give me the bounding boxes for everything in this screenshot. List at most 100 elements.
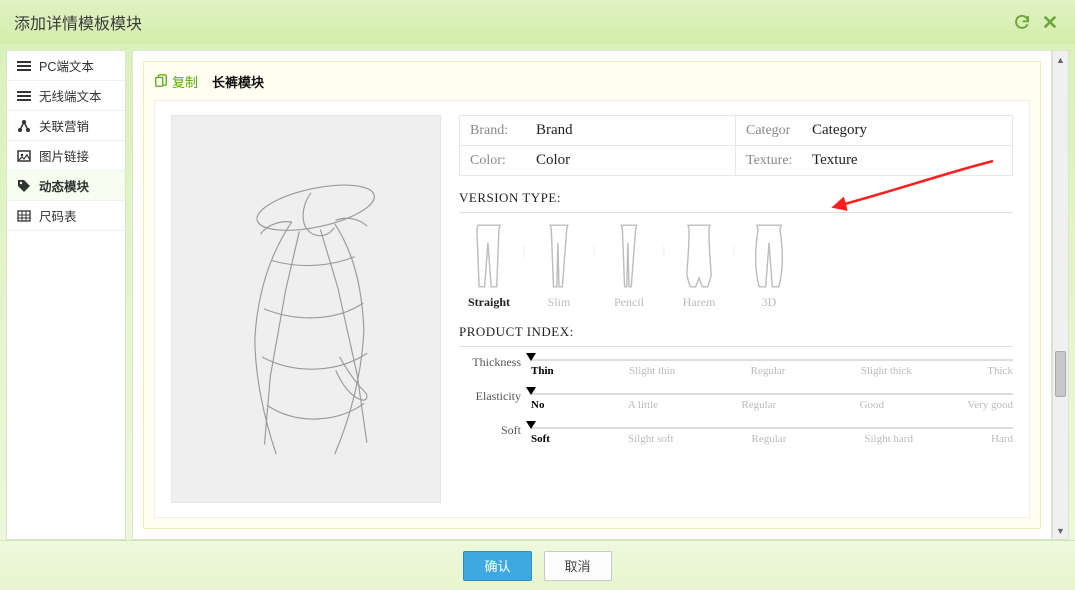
lines-icon xyxy=(17,89,31,103)
sidebar-item-label: 尺码表 xyxy=(39,206,77,225)
copy-button[interactable]: 复制 xyxy=(154,72,198,91)
tag-icon xyxy=(17,179,31,193)
pants-icon xyxy=(467,223,511,289)
index-option: Slight thin xyxy=(629,365,675,377)
attr-category: Categor Category xyxy=(736,116,1012,146)
separator: | xyxy=(729,223,739,258)
index-option: Regular xyxy=(741,399,776,411)
index-option: Thick xyxy=(987,365,1013,377)
sidebar-item-label: 关联营销 xyxy=(39,116,89,135)
attr-key: Categor xyxy=(746,123,802,139)
index-slider[interactable]: Thin Slight thin Regular Slight thick Thick xyxy=(531,355,1013,377)
pants-icon xyxy=(607,223,651,289)
canvas-header: 复制 长裤模块 xyxy=(154,68,1030,94)
attr-key: Texture: xyxy=(746,153,802,169)
index-option: A little xyxy=(628,399,658,411)
separator: | xyxy=(659,223,669,258)
attr-brand: Brand: Brand xyxy=(460,116,736,146)
attr-value: Category xyxy=(812,122,867,139)
dialog-window: 添加详情模板模块 PC端文本 无线端文本 关联营销 图片链 xyxy=(0,0,1075,590)
copy-label: 复制 xyxy=(172,72,198,91)
dialog-body: PC端文本 无线端文本 关联营销 图片链接 动态模块 尺码表 xyxy=(0,44,1075,540)
sidebar-item-related-marketing[interactable]: 关联营销 xyxy=(7,111,125,141)
index-key: Thickness xyxy=(459,355,521,370)
version-title: VERSION TYPE: xyxy=(459,190,1013,213)
preview-right: Brand: Brand Categor Category Color: Col… xyxy=(459,115,1013,503)
lines-icon xyxy=(17,59,31,73)
dialog-title: 添加详情模板模块 xyxy=(14,10,1005,34)
index-key: Soft xyxy=(459,423,521,438)
version-type-harem[interactable]: Harem xyxy=(669,223,729,310)
slider-marker-icon[interactable] xyxy=(526,353,536,361)
sidebar: PC端文本 无线端文本 关联营销 图片链接 动态模块 尺码表 xyxy=(6,50,126,540)
version-type-label: 3D xyxy=(739,295,799,310)
separator: | xyxy=(589,223,599,258)
close-icon[interactable] xyxy=(1039,11,1061,33)
sidebar-item-mobile-text[interactable]: 无线端文本 xyxy=(7,81,125,111)
image-icon xyxy=(17,149,31,163)
pants-icon xyxy=(677,223,721,289)
attr-value: Texture xyxy=(812,152,858,169)
index-option: Thin xyxy=(531,365,554,377)
grid-icon xyxy=(17,209,31,223)
main-panel: 复制 长裤模块 xyxy=(132,50,1052,540)
pants-icon xyxy=(537,223,581,289)
version-type-label: Slim xyxy=(529,295,589,310)
attr-color: Color: Color xyxy=(460,146,736,175)
slider-marker-icon[interactable] xyxy=(526,421,536,429)
index-option: Regular xyxy=(752,433,787,445)
index-key: Elasticity xyxy=(459,389,521,404)
sidebar-item-label: 无线端文本 xyxy=(39,86,102,105)
sketch-placeholder xyxy=(171,115,441,503)
ok-button[interactable]: 确认 xyxy=(463,551,531,581)
product-index-title: PRODUCT INDEX: xyxy=(459,324,1013,347)
dialog-footer: 确认 取消 xyxy=(0,540,1075,590)
index-slider[interactable]: NoA littleRegularGoodVery good xyxy=(531,389,1013,411)
attr-key: Color: xyxy=(470,153,526,169)
version-type-pencil[interactable]: Pencil xyxy=(599,223,659,310)
attr-texture: Texture: Texture xyxy=(736,146,1012,175)
titlebar: 添加详情模板模块 xyxy=(0,0,1075,44)
main-wrap: 复制 长裤模块 xyxy=(132,50,1069,540)
pants-icon xyxy=(747,223,791,289)
index-slider[interactable]: Soft Silght soft Regular Silght hard Hard xyxy=(531,423,1013,445)
product-index-section: PRODUCT INDEX: Thickness Thin Slight thin R… xyxy=(459,324,1013,445)
index-option: Regular xyxy=(751,365,786,377)
version-type-label: Straight xyxy=(459,295,519,310)
version-type-3d[interactable]: 3D xyxy=(739,223,799,310)
sidebar-item-pc-text[interactable]: PC端文本 xyxy=(7,51,125,81)
template-canvas: 复制 长裤模块 xyxy=(143,61,1041,529)
share-icon xyxy=(17,119,31,133)
version-type-label: Pencil xyxy=(599,295,659,310)
version-type-straight[interactable]: Straight xyxy=(459,223,519,310)
index-row-elasticity: ElasticityNoA littleRegularGoodVery good xyxy=(459,389,1013,411)
vertical-scrollbar[interactable]: ▲ ▼ xyxy=(1052,50,1069,540)
sidebar-item-image-link[interactable]: 图片链接 xyxy=(7,141,125,171)
attr-key: Brand: xyxy=(470,123,526,139)
index-row-soft: Soft Soft Silght soft Regular Silght hard Har… xyxy=(459,423,1013,445)
separator: | xyxy=(519,223,529,258)
version-type-label: Harem xyxy=(669,295,729,310)
index-option: Slight thick xyxy=(861,365,912,377)
sidebar-item-dynamic-module[interactable]: 动态模块 xyxy=(7,171,125,201)
version-row: Straight | Slim | Pencil | Harem | 3D xyxy=(459,223,1013,310)
scroll-thumb[interactable] xyxy=(1055,351,1066,397)
index-row-thickness: Thickness Thin Slight thin Regular Slight th… xyxy=(459,355,1013,377)
attr-value: Brand xyxy=(536,122,573,139)
scroll-up-icon[interactable]: ▲ xyxy=(1053,51,1068,68)
version-type-slim[interactable]: Slim xyxy=(529,223,589,310)
index-option: Silght soft xyxy=(628,433,674,445)
index-option: Hard xyxy=(991,433,1013,445)
preview-area: Brand: Brand Categor Category Color: Col… xyxy=(154,100,1030,518)
index-option: Silght hard xyxy=(864,433,913,445)
attr-value: Color xyxy=(536,152,570,169)
index-block: Thickness Thin Slight thin Regular Slight th… xyxy=(459,355,1013,445)
sidebar-item-label: 图片链接 xyxy=(39,146,89,165)
slider-marker-icon[interactable] xyxy=(526,387,536,395)
scroll-down-icon[interactable]: ▼ xyxy=(1053,522,1068,539)
sidebar-item-size-table[interactable]: 尺码表 xyxy=(7,201,125,231)
index-option: Soft xyxy=(531,433,550,445)
cancel-button[interactable]: 取消 xyxy=(544,551,612,581)
refresh-icon[interactable] xyxy=(1011,11,1033,33)
index-option: Very good xyxy=(967,399,1013,411)
